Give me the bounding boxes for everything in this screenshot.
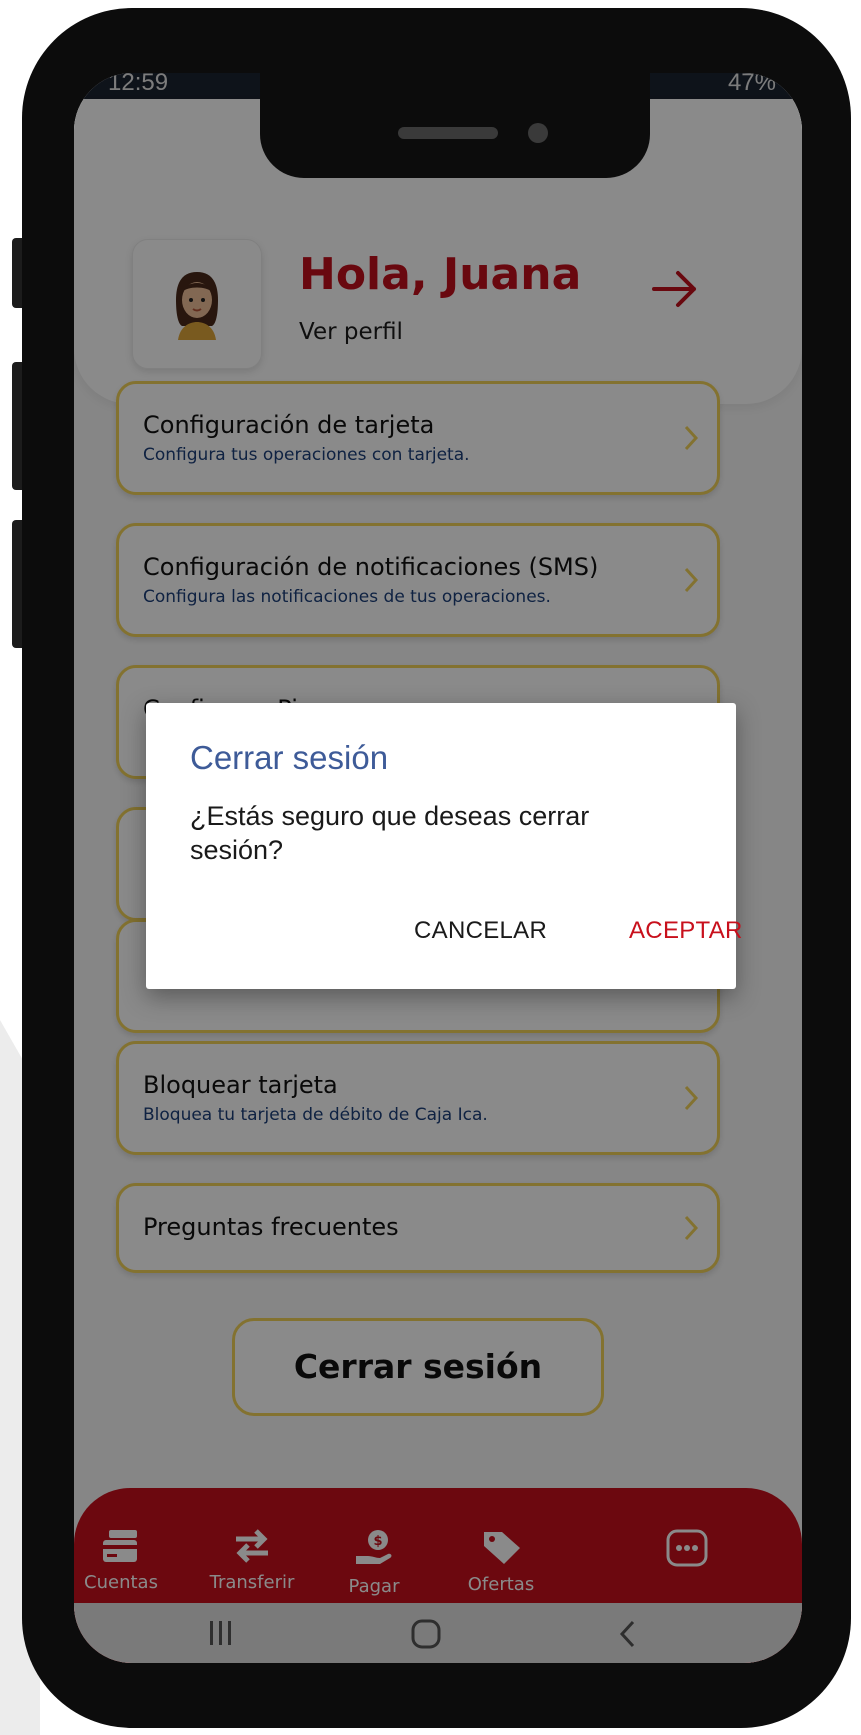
phone-screen: 12:59 47% Hola, Juana Ver perfil Configu… <box>74 73 802 1663</box>
logout-confirm-dialog: Cerrar sesión ¿Estás seguro que deseas c… <box>146 703 742 989</box>
accept-button[interactable]: ACEPTAR <box>629 917 743 945</box>
phone-frame: 12:59 47% Hola, Juana Ver perfil Configu… <box>22 8 851 1728</box>
phone-notch <box>260 73 650 178</box>
dialog-title: Cerrar sesión <box>190 739 389 776</box>
dialog-message: ¿Estás seguro que deseas cerrar sesión? <box>190 801 590 865</box>
cancel-button[interactable]: CANCELAR <box>414 917 547 945</box>
speaker-grille <box>398 127 498 139</box>
front-camera <box>528 123 548 143</box>
